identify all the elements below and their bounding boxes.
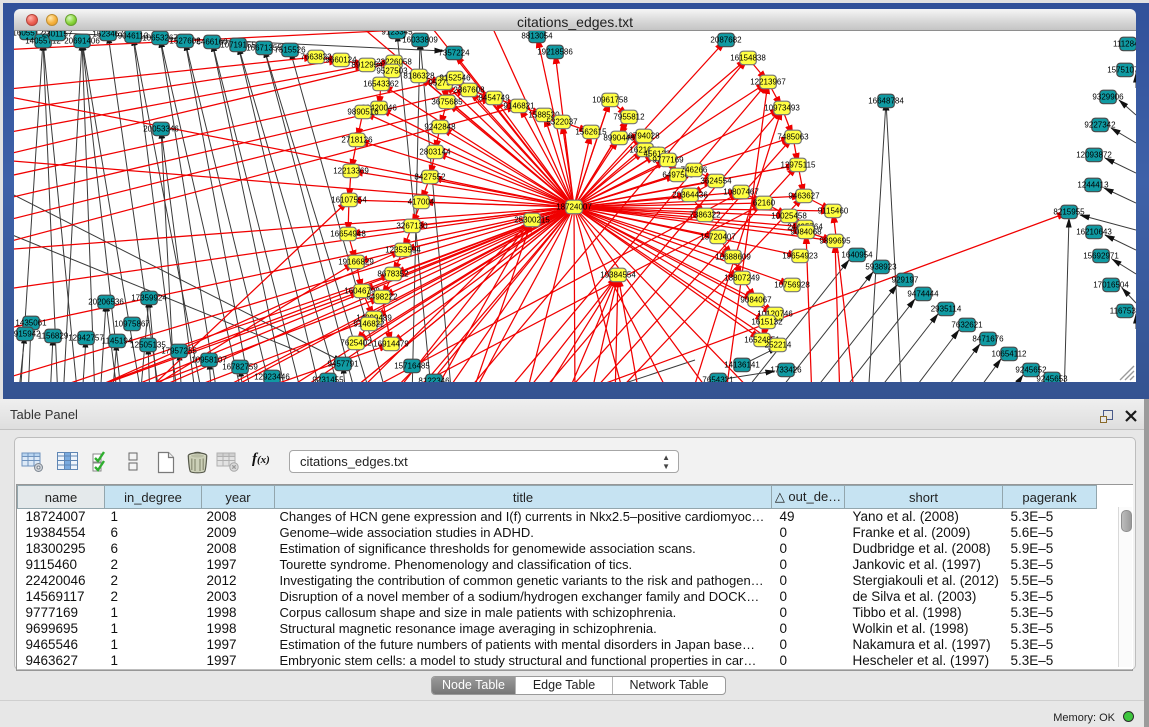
svg-text:7654321: 7654321 <box>702 376 734 382</box>
svg-text:19166829: 19166829 <box>338 258 374 267</box>
svg-text:16543362: 16543362 <box>363 80 399 89</box>
svg-text:2087682: 2087682 <box>710 36 742 45</box>
svg-text:17957255: 17957255 <box>161 347 197 356</box>
svg-text:9777169: 9777169 <box>652 156 684 165</box>
svg-text:12213369: 12213369 <box>333 167 369 176</box>
svg-text:9245653: 9245653 <box>1036 375 1068 382</box>
svg-text:15716485: 15716485 <box>394 362 430 371</box>
svg-text:3624554: 3624554 <box>700 177 732 186</box>
svg-text:7386322: 7386322 <box>689 211 721 220</box>
svg-text:15751074: 15751074 <box>1107 66 1136 75</box>
svg-text:18807249: 18807249 <box>724 274 760 283</box>
svg-text:8122346: 8122346 <box>418 377 450 382</box>
svg-text:3267130: 3267130 <box>396 222 428 231</box>
svg-text:9242848: 9242848 <box>424 123 456 132</box>
svg-text:1435061: 1435061 <box>15 319 47 328</box>
svg-text:9115460: 9115460 <box>818 207 849 216</box>
svg-text:2803144: 2803144 <box>419 148 451 157</box>
svg-text:10807467: 10807467 <box>723 188 759 197</box>
svg-text:16782759: 16782759 <box>222 363 258 372</box>
svg-text:5498222: 5498222 <box>366 293 398 302</box>
svg-text:7625402: 7625402 <box>340 339 372 348</box>
svg-text:9457791: 9457791 <box>327 360 359 369</box>
svg-text:3675685: 3675685 <box>431 98 463 107</box>
svg-text:16107554: 16107554 <box>331 196 367 205</box>
svg-text:18724007: 18724007 <box>556 203 592 212</box>
svg-text:9084067: 9084067 <box>740 296 772 305</box>
svg-text:16033809: 16033809 <box>402 36 438 45</box>
svg-text:1562615: 1562615 <box>575 128 607 137</box>
svg-text:16648784: 16648784 <box>868 97 904 106</box>
svg-text:7357224: 7357224 <box>438 49 470 58</box>
svg-text:15720407: 15720407 <box>700 233 736 242</box>
svg-text:19384554: 19384554 <box>600 271 636 280</box>
svg-text:9227342: 9227342 <box>1084 121 1116 130</box>
svg-text:1145194: 1145194 <box>102 337 133 346</box>
svg-text:10973493: 10973493 <box>764 104 800 113</box>
svg-text:15692971: 15692971 <box>1083 252 1119 261</box>
svg-text:9329906: 9329906 <box>1092 93 1124 102</box>
svg-text:8427552: 8427552 <box>414 173 446 182</box>
svg-text:12942757: 12942757 <box>68 334 104 343</box>
svg-text:9231455: 9231455 <box>312 376 344 382</box>
svg-text:417004: 417004 <box>408 198 435 207</box>
svg-text:929197: 929197 <box>892 276 919 285</box>
svg-text:16210643: 16210643 <box>1076 228 1112 237</box>
svg-text:20053346: 20053346 <box>143 125 179 134</box>
svg-text:2718126: 2718126 <box>341 136 373 145</box>
svg-text:9245652: 9245652 <box>1015 366 1047 375</box>
svg-text:8678352: 8678352 <box>377 270 409 279</box>
svg-text:10654112: 10654112 <box>992 350 1028 359</box>
svg-text:12213967: 12213967 <box>750 78 786 87</box>
svg-text:9890516: 9890516 <box>347 108 379 117</box>
svg-text:17016504: 17016504 <box>1093 281 1129 290</box>
svg-text:1733426: 1733426 <box>770 366 802 375</box>
svg-text:9152546: 9152546 <box>439 74 471 83</box>
svg-text:10756928: 10756928 <box>774 281 810 290</box>
svg-text:20364436: 20364436 <box>672 191 708 200</box>
svg-text:7955812: 7955812 <box>613 113 645 122</box>
svg-text:14136141: 14136141 <box>724 361 760 370</box>
svg-text:10688609: 10688609 <box>715 253 751 262</box>
svg-text:252214: 252214 <box>765 341 792 350</box>
svg-text:1167533: 1167533 <box>1110 307 1136 316</box>
svg-text:1156829: 1156829 <box>38 332 69 341</box>
svg-text:20206536: 20206536 <box>88 298 124 307</box>
svg-text:1640954: 1640954 <box>841 251 873 260</box>
svg-text:9474444: 9474444 <box>907 290 939 299</box>
svg-text:62160: 62160 <box>753 199 776 208</box>
svg-text:10025458: 10025458 <box>771 212 807 221</box>
svg-text:9084068: 9084068 <box>790 228 822 237</box>
svg-text:1244413: 1244413 <box>1077 181 1109 190</box>
svg-text:19218586: 19218586 <box>537 48 573 57</box>
svg-text:16914479: 16914479 <box>373 340 409 349</box>
svg-text:8471676: 8471676 <box>972 335 1004 344</box>
svg-text:5938923: 5938923 <box>865 263 897 272</box>
svg-text:10961758: 10961758 <box>592 96 628 105</box>
svg-text:16154838: 16154838 <box>730 54 766 63</box>
svg-text:7485063: 7485063 <box>777 133 809 142</box>
svg-text:9146822: 9146822 <box>353 320 385 329</box>
svg-text:19654923: 19654923 <box>782 252 818 261</box>
svg-text:8215955: 8215955 <box>1053 208 1085 217</box>
svg-text:6794028: 6794028 <box>628 132 660 141</box>
svg-text:9146821: 9146821 <box>503 102 535 111</box>
svg-text:5322037: 5322037 <box>546 118 578 127</box>
svg-text:10975867: 10975867 <box>114 320 150 329</box>
svg-text:12975115: 12975115 <box>781 161 817 170</box>
svg-text:12923446: 12923446 <box>254 373 290 382</box>
svg-text:12093872: 12093872 <box>1076 151 1112 160</box>
svg-text:16654948: 16654948 <box>330 230 366 239</box>
svg-text:746266: 746266 <box>681 166 708 175</box>
svg-text:2935114: 2935114 <box>931 305 962 314</box>
svg-text:1112843: 1112843 <box>1113 40 1136 49</box>
svg-text:9899695: 9899695 <box>819 237 851 246</box>
svg-text:12353594: 12353594 <box>385 246 421 255</box>
svg-text:17359924: 17359924 <box>131 294 167 303</box>
svg-text:7632621: 7632621 <box>951 321 983 330</box>
svg-text:8813054: 8813054 <box>521 32 553 41</box>
svg-text:1615132: 1615132 <box>751 318 783 327</box>
svg-text:9463627: 9463627 <box>788 192 820 201</box>
svg-text:25300215: 25300215 <box>514 216 550 225</box>
